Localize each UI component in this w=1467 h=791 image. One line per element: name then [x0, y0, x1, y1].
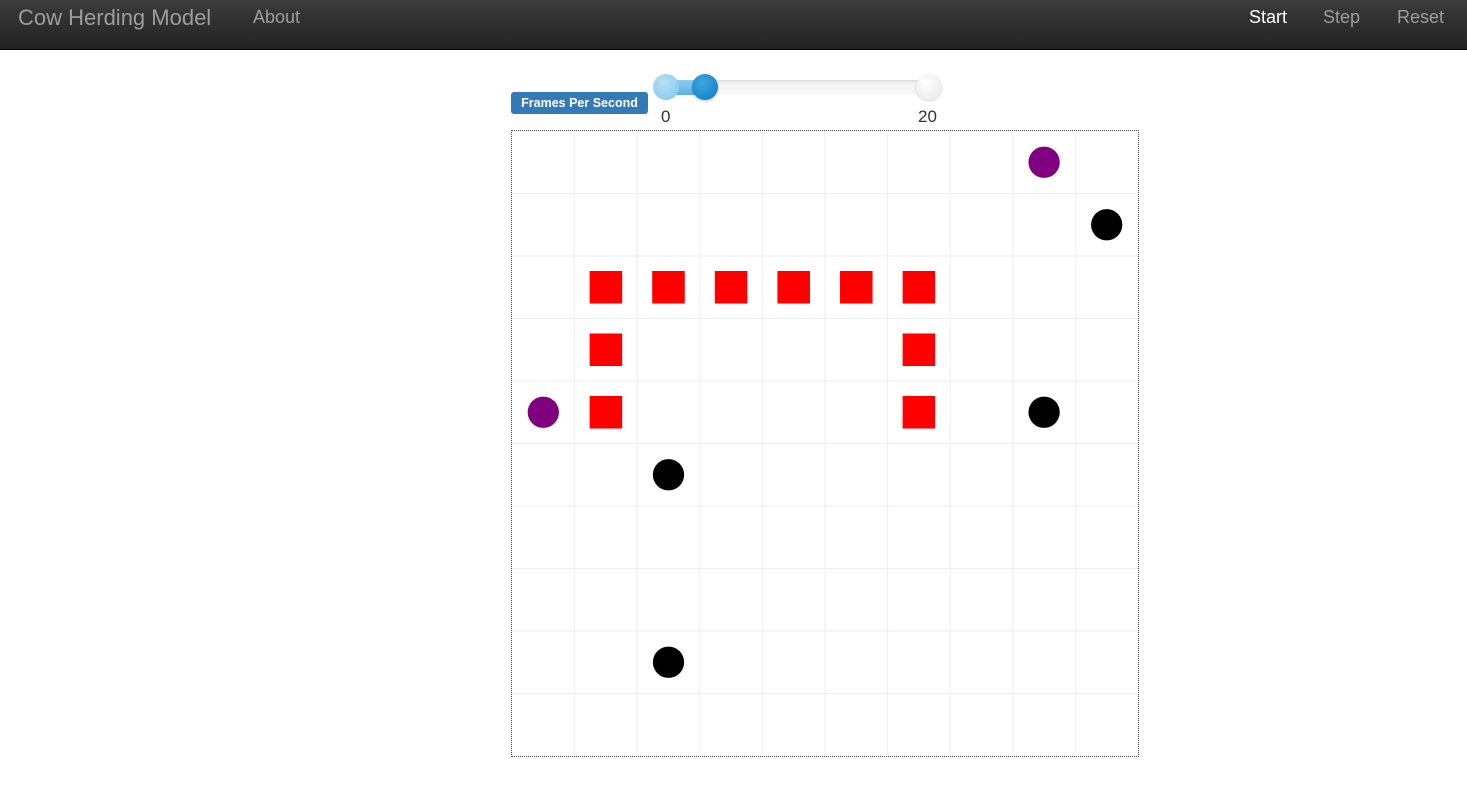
step-button[interactable]: Step: [1323, 7, 1360, 27]
cow-agent: [652, 646, 685, 678]
fence-agent: [589, 270, 623, 304]
fps-slider-handle[interactable]: [692, 74, 718, 100]
fence-agent: [902, 395, 936, 429]
fence-agent: [714, 270, 748, 304]
fps-label: Frames Per Second: [511, 92, 648, 114]
cow-agent: [1091, 209, 1123, 241]
fence-agent: [589, 333, 623, 367]
top-navbar: Cow Herding Model About Start Step Reset: [0, 0, 1467, 50]
slider-max-handle[interactable]: [916, 74, 942, 100]
cow-agent: [652, 459, 685, 491]
reset-button[interactable]: Reset: [1397, 7, 1444, 27]
fence-agent: [589, 395, 623, 429]
slider-min-handle[interactable]: [653, 74, 679, 100]
fence-agent: [777, 270, 810, 304]
fence-agent: [902, 333, 936, 367]
slider-max-label: 20: [918, 107, 937, 126]
herder-agent: [1028, 146, 1060, 178]
herder-agent: [527, 396, 559, 428]
simulation-grid[interactable]: [511, 130, 1139, 757]
fence-agent: [840, 270, 873, 304]
brand-title[interactable]: Cow Herding Model: [18, 5, 211, 31]
about-link[interactable]: About: [253, 7, 300, 27]
start-button[interactable]: Start: [1249, 7, 1287, 27]
fence-agent: [652, 270, 685, 304]
fence-agent: [902, 270, 936, 304]
slider-min-label: 0: [661, 107, 671, 126]
grid-canvas: [512, 131, 1138, 756]
cow-agent: [1028, 396, 1060, 428]
